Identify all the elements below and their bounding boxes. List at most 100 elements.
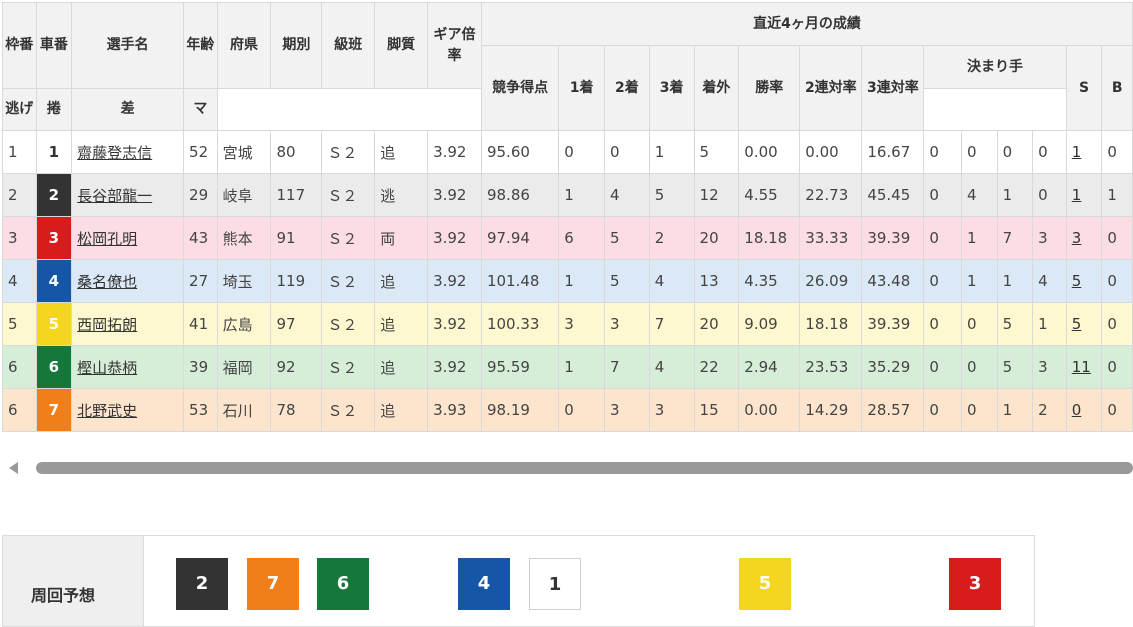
first-cell: 6: [558, 216, 606, 260]
ma-cell: 3: [1032, 345, 1067, 389]
age-cell: 39: [183, 345, 218, 389]
s-cell: 0: [1065, 388, 1103, 432]
first-cell: 1: [558, 259, 606, 303]
b-cell: 0: [1101, 130, 1133, 174]
leg-type-cell: 追: [374, 259, 429, 303]
sashi-cell: 5: [996, 302, 1034, 346]
s-cell: 11: [1065, 345, 1103, 389]
header-rate3: 3連対率: [861, 45, 925, 131]
win-rate-cell: 4.55: [738, 173, 801, 217]
s-count-link[interactable]: 5: [1072, 315, 1082, 333]
header-b: B: [1101, 45, 1133, 131]
score-cell: 98.86: [480, 173, 560, 217]
s-count-link[interactable]: 3: [1072, 229, 1082, 247]
sashi-cell: 7: [996, 216, 1034, 260]
header-first: 1着: [558, 45, 606, 131]
rate3-cell: 45.45: [861, 173, 925, 217]
car-number-cell: 2: [35, 173, 73, 217]
third-cell: 5: [648, 173, 695, 217]
scroll-thumb[interactable]: [36, 462, 1133, 474]
player-name-link[interactable]: 長谷部龍一: [77, 187, 152, 205]
player-name-link[interactable]: 齋藤登志信: [77, 144, 152, 162]
term-cell: 97: [270, 302, 323, 346]
player-name-link[interactable]: 樫山恭柄: [77, 359, 137, 377]
third-cell: 4: [648, 259, 695, 303]
player-name-link[interactable]: 松岡孔明: [77, 230, 137, 248]
second-cell: 7: [604, 345, 650, 389]
player-name-cell: 北野武史: [71, 388, 185, 432]
gear-ratio-cell: 3.92: [427, 130, 482, 174]
forecast-car-box: 7: [247, 558, 299, 610]
gear-ratio-cell: 3.93: [427, 388, 482, 432]
out-cell: 20: [693, 216, 740, 260]
second-cell: 5: [604, 259, 650, 303]
out-cell: 12: [693, 173, 740, 217]
b-cell: 0: [1101, 388, 1133, 432]
player-name-cell: 長谷部龍一: [71, 173, 185, 217]
ma-cell: 0: [1032, 173, 1067, 217]
rate3-cell: 43.48: [861, 259, 925, 303]
waku-cell: 4: [2, 259, 37, 303]
gear-ratio-cell: 3.92: [427, 216, 482, 260]
win-rate-cell: 0.00: [738, 388, 801, 432]
table-row: 4 4 桑名僚也 27 埼玉 119 Ｓ２ 追 3.92 101.48 1 5 4 13 4.35 26.09…: [2, 259, 1133, 303]
s-count-link[interactable]: 1: [1072, 143, 1082, 161]
sashi-cell: 1: [996, 259, 1034, 303]
s-cell: 5: [1065, 259, 1103, 303]
waku-cell: 3: [2, 216, 37, 260]
header-sashi: 差: [71, 88, 185, 131]
s-count-link[interactable]: 5: [1072, 272, 1082, 290]
sashi-cell: 1: [996, 173, 1034, 217]
header-score: 競争得点: [480, 45, 560, 131]
rate2-cell: 18.18: [799, 302, 863, 346]
forecast-car-box: 6: [317, 558, 369, 610]
player-name-link[interactable]: 北野武史: [77, 402, 137, 420]
car-number-cell: 7: [35, 388, 73, 432]
header-term: 期別: [270, 2, 323, 89]
header-makuri: 捲: [35, 88, 73, 131]
header-ma: マ: [183, 88, 218, 131]
rate2-cell: 0.00: [799, 130, 863, 174]
makuri-cell: 0: [960, 302, 998, 346]
waku-cell: 6: [2, 388, 37, 432]
scroll-left-arrow-icon[interactable]: [9, 462, 18, 474]
player-name-link[interactable]: 西岡拓朗: [77, 316, 137, 334]
term-cell: 91: [270, 216, 323, 260]
class-cell: Ｓ２: [321, 259, 376, 303]
first-cell: 1: [558, 173, 606, 217]
rate3-cell: 28.57: [861, 388, 925, 432]
horizontal-scrollbar[interactable]: [0, 455, 1133, 483]
header-s: S: [1065, 45, 1103, 131]
forecast-car-box: 2: [176, 558, 228, 610]
second-cell: 0: [604, 130, 650, 174]
b-cell: 0: [1101, 345, 1133, 389]
out-cell: 13: [693, 259, 740, 303]
age-cell: 52: [183, 130, 218, 174]
player-name-link[interactable]: 桑名僚也: [77, 273, 137, 291]
leg-type-cell: 追: [374, 130, 429, 174]
age-cell: 53: [183, 388, 218, 432]
age-cell: 43: [183, 216, 218, 260]
nige-cell: 0: [923, 130, 962, 174]
prefecture-cell: 広島: [216, 302, 272, 346]
s-count-link[interactable]: 0: [1072, 401, 1082, 419]
header-win-rate: 勝率: [738, 45, 801, 131]
s-count-link[interactable]: 11: [1072, 358, 1091, 376]
b-cell: 0: [1101, 302, 1133, 346]
header-third: 3着: [648, 45, 695, 131]
class-cell: Ｓ２: [321, 388, 376, 432]
s-count-link[interactable]: 1: [1072, 186, 1082, 204]
class-cell: Ｓ２: [321, 345, 376, 389]
s-cell: 1: [1065, 130, 1103, 174]
class-cell: Ｓ２: [321, 216, 376, 260]
term-cell: 92: [270, 345, 323, 389]
first-cell: 0: [558, 130, 606, 174]
sashi-cell: 1: [996, 388, 1034, 432]
out-cell: 22: [693, 345, 740, 389]
win-rate-cell: 0.00: [738, 130, 801, 174]
score-cell: 98.19: [480, 388, 560, 432]
rate2-cell: 23.53: [799, 345, 863, 389]
b-cell: 0: [1101, 259, 1133, 303]
ma-cell: 3: [1032, 216, 1067, 260]
rate3-cell: 35.29: [861, 345, 925, 389]
